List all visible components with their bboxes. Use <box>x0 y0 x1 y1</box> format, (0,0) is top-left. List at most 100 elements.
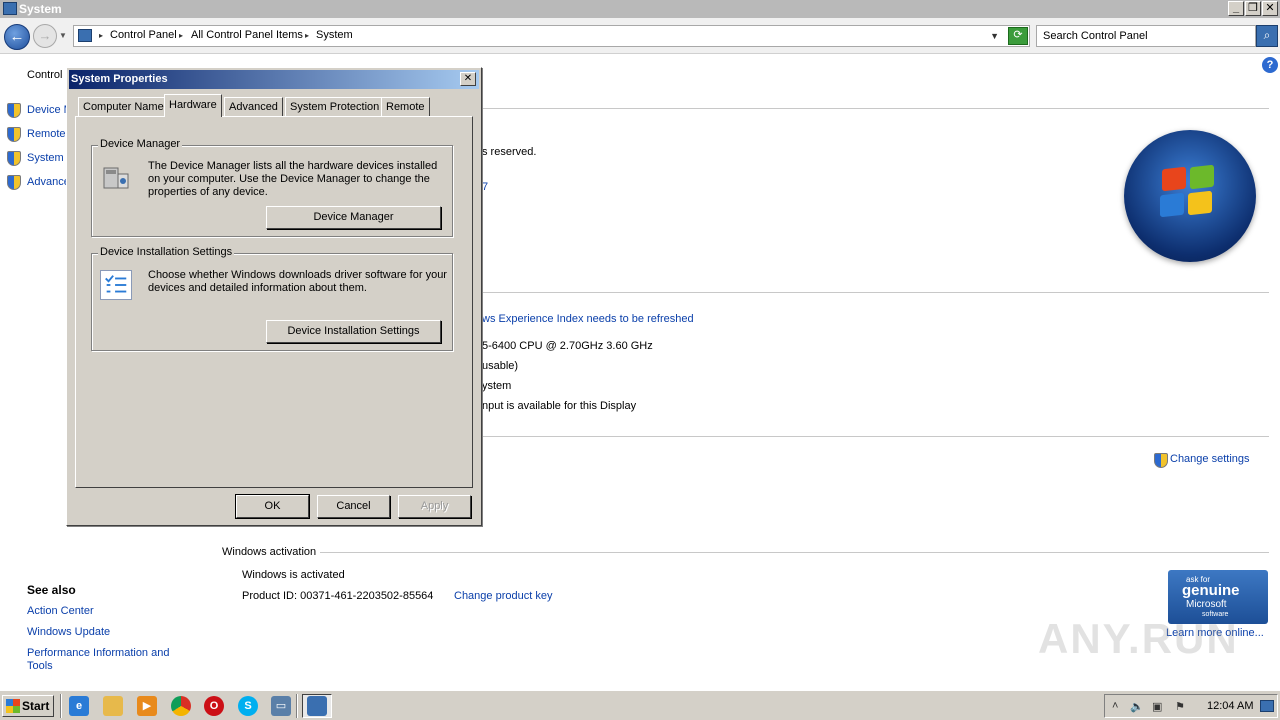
skype-icon[interactable]: S <box>238 696 258 716</box>
genuine-line: genuine <box>1182 582 1240 599</box>
divider <box>222 552 1269 553</box>
system-type-value: ystem <box>482 380 512 392</box>
internet-explorer-icon[interactable]: e <box>69 696 89 716</box>
forward-arrow-icon[interactable]: → <box>33 24 57 48</box>
task-label: Remote <box>27 128 66 140</box>
start-button[interactable]: Start <box>2 695 54 717</box>
close-button[interactable]: ✕ <box>1262 1 1278 16</box>
tab-hardware[interactable]: Hardware <box>164 94 222 117</box>
windows-update-link[interactable]: Windows Update <box>27 626 187 639</box>
chevron-right-icon[interactable]: ▸ <box>179 31 183 40</box>
divider <box>480 436 1269 437</box>
show-desktop-icon[interactable] <box>1260 700 1274 712</box>
minimize-button[interactable]: _ <box>1228 1 1244 16</box>
remote-desktop-icon[interactable]: ▭ <box>271 696 291 716</box>
see-also-heading: See also <box>27 583 76 597</box>
chevron-right-icon[interactable]: ▸ <box>305 31 309 40</box>
tab-computer-name[interactable]: Computer Name <box>78 97 169 116</box>
edition-fragment: 7 <box>482 181 489 193</box>
back-arrow-icon[interactable]: ← <box>4 24 30 50</box>
show-hidden-icons-icon[interactable]: ˄ <box>1112 700 1118 712</box>
window-title-bar: System _ ❐ ✕ <box>0 0 1280 18</box>
tab-remote[interactable]: Remote <box>381 97 430 116</box>
uac-shield-icon <box>1154 453 1168 468</box>
system-properties-dialog: System Properties ✕ Computer Name Hardwa… <box>66 67 482 526</box>
task-label: System <box>27 152 64 164</box>
dialog-close-button[interactable]: ✕ <box>460 72 476 86</box>
action-center-flag-icon[interactable]: ⚑ <box>1175 700 1185 713</box>
search-input[interactable]: Search Control Panel <box>1036 25 1256 47</box>
address-bar: ← → ▼ ▸ Control Panel ▸ All Control Pane… <box>0 18 1280 54</box>
taskbar: Start e ▶ O S ▭ ˄ 🔈 ▣ ⚑ 12:04 AM <box>0 690 1280 720</box>
task-device-manager[interactable]: Device M <box>7 103 73 119</box>
refresh-icon[interactable]: ⟳ <box>1008 27 1028 45</box>
copyright-text: s reserved. <box>482 146 537 158</box>
experience-index-link[interactable]: ws Experience Index needs to be refreshe… <box>482 313 694 325</box>
memory-value: usable) <box>482 360 519 372</box>
taskbar-system-window[interactable] <box>302 694 332 718</box>
device-installation-settings-button[interactable]: Device Installation Settings <box>266 320 441 343</box>
control-panel-icon <box>78 29 92 42</box>
device-manager-group: Device Manager The Device Manager lists … <box>91 138 453 237</box>
window-title: System <box>19 2 62 16</box>
tab-advanced[interactable]: Advanced <box>224 97 283 116</box>
dialog-title-bar: System Properties ✕ <box>69 70 479 89</box>
task-system-protection[interactable]: System <box>7 151 64 167</box>
search-placeholder: Search Control Panel <box>1043 30 1148 42</box>
windows-flag-icon <box>6 699 20 713</box>
device-manager-button[interactable]: Device Manager <box>266 206 441 229</box>
divider <box>480 292 1269 293</box>
restore-button[interactable]: ❐ <box>1245 1 1261 16</box>
chevron-right-icon[interactable]: ▸ <box>99 31 103 40</box>
pen-touch-value: nput is available for this Display <box>482 400 637 412</box>
system-tray: ˄ 🔈 ▣ ⚑ 12:04 AM <box>1104 694 1278 718</box>
activation-heading: Windows activation <box>222 546 321 558</box>
search-icon[interactable]: ⌕ <box>1256 25 1278 47</box>
cancel-button[interactable]: Cancel <box>317 495 390 518</box>
clock[interactable]: 12:04 AM <box>1207 700 1253 712</box>
device-installation-group: Device Installation Settings Choose whet… <box>91 246 453 351</box>
divider <box>480 108 1269 109</box>
media-player-icon[interactable]: ▶ <box>137 696 157 716</box>
system-icon <box>307 696 327 716</box>
chrome-icon[interactable] <box>171 696 191 716</box>
task-remote-settings[interactable]: Remote <box>7 127 66 143</box>
task-advanced-settings[interactable]: Advance <box>7 175 70 191</box>
taskbar-separator <box>60 694 62 718</box>
uac-shield-icon <box>7 175 21 190</box>
anyrun-watermark: ANY.RUN <box>1038 615 1239 662</box>
chevron-down-icon[interactable]: ▼ <box>990 31 999 41</box>
uac-shield-icon <box>7 151 21 166</box>
change-product-key-link[interactable]: Change product key <box>454 590 552 602</box>
volume-icon[interactable]: 🔈 <box>1130 700 1144 713</box>
action-center-link[interactable]: Action Center <box>27 605 187 618</box>
opera-icon[interactable]: O <box>204 696 224 716</box>
taskbar-separator <box>296 694 298 718</box>
device-manager-description: The Device Manager lists all the hardwar… <box>148 160 438 198</box>
device-installation-heading: Device Installation Settings <box>98 246 235 258</box>
device-installation-description: Choose whether Windows downloads driver … <box>148 269 447 294</box>
dialog-title: System Properties <box>71 73 168 85</box>
apply-button[interactable]: Apply <box>398 495 471 518</box>
device-manager-icon <box>103 167 129 189</box>
uac-shield-icon <box>7 127 21 142</box>
performance-info-link[interactable]: Performance Information and Tools <box>27 647 187 673</box>
breadcrumb[interactable]: ▸ Control Panel ▸ All Control Panel Item… <box>73 25 1030 47</box>
breadcrumb-system[interactable]: System <box>316 29 353 41</box>
processor-value: 5-6400 CPU @ 2.70GHz 3.60 GHz <box>482 340 653 352</box>
breadcrumb-control-panel[interactable]: Control Panel <box>110 29 177 41</box>
device-manager-heading: Device Manager <box>98 138 183 150</box>
explorer-folder-icon[interactable] <box>103 696 123 716</box>
ok-button[interactable]: OK <box>235 494 310 519</box>
uac-shield-icon <box>7 103 21 118</box>
help-icon[interactable]: ? <box>1262 57 1278 73</box>
start-label: Start <box>22 699 50 713</box>
tab-system-protection[interactable]: System Protection <box>285 97 385 116</box>
network-icon[interactable]: ▣ <box>1152 700 1162 713</box>
breadcrumb-all-items[interactable]: All Control Panel Items <box>191 29 303 41</box>
control-panel-home-link[interactable]: Control <box>27 69 62 81</box>
genuine-line: Microsoft <box>1186 599 1227 610</box>
windows-logo <box>1124 130 1256 262</box>
recent-pages-dropdown-icon[interactable]: ▼ <box>59 31 67 40</box>
hardware-tab-panel: Device Manager The Device Manager lists … <box>75 116 473 488</box>
